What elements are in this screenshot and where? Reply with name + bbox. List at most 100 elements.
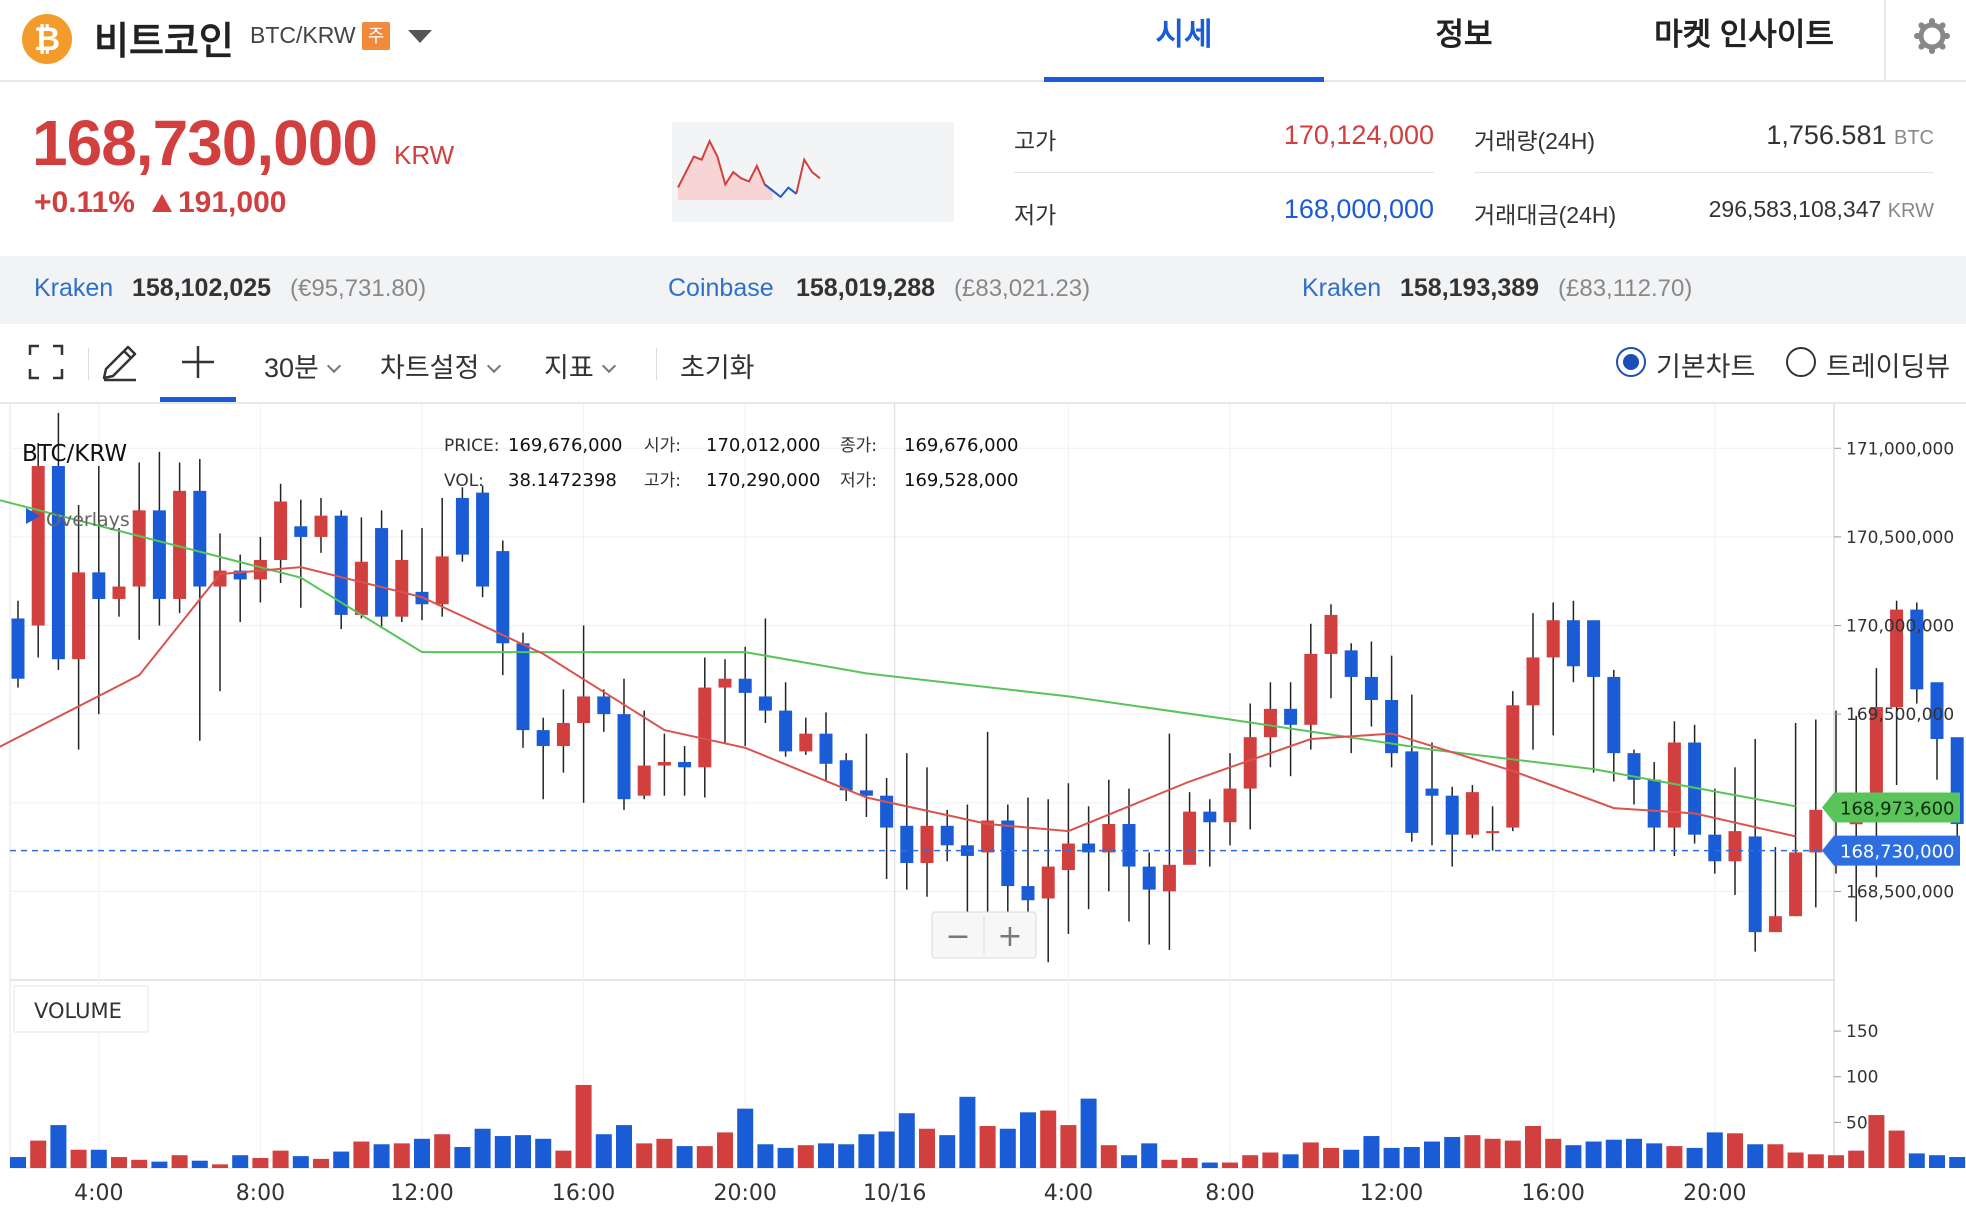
candle-body [375,528,389,617]
settings-button[interactable] [1884,0,1966,82]
price-unit: KRW [394,140,455,170]
volume-bar [393,1143,410,1168]
volume-bar [1868,1115,1885,1168]
ohlc-open-label: 시가: [644,436,681,456]
candle-body [556,723,570,747]
volume-bar [838,1144,855,1168]
toolbar-divider [88,348,89,380]
pencil-icon[interactable] [100,342,140,382]
volume-panel-label: VOLUME [34,999,122,1023]
volume-bar [1807,1154,1824,1168]
coin-pair: BTC/KRW [250,22,356,48]
chart-settings-menu[interactable]: 차트설정 [380,346,502,385]
reset-button[interactable]: 초기화 [680,346,755,385]
volume-bar [1262,1152,1279,1168]
basic-chart-label[interactable]: 기본차트 [1656,345,1755,384]
bitcoin-icon: ₿ [22,14,72,64]
tab-info[interactable]: 정보 [1324,0,1604,82]
price-chart[interactable]: 171,000,000 170,500,000 170,000,000 169,500… [0,404,1966,1232]
candle-body [496,551,510,644]
volume-bar [1040,1110,1057,1168]
overlays-label[interactable]: Overlays [46,509,130,531]
volume-bar [1525,1126,1541,1168]
volume-bar [1727,1133,1743,1168]
exchange-name[interactable]: Kraken [1302,274,1381,303]
zoom-control[interactable]: − + [931,911,1037,959]
candle-body [577,696,591,724]
volume-bar [171,1155,188,1168]
crosshair-icon [182,346,214,378]
interval-select[interactable]: 30분 [264,346,341,385]
candle-body [72,572,86,660]
exchange-price: 158,102,025 [132,274,272,302]
time-tick-label: 10/16 [863,1181,926,1206]
volume-bar [1141,1143,1158,1168]
volume-bar [696,1146,713,1168]
time-tick-label: 8:00 [1205,1181,1254,1206]
volume-bar [333,1151,350,1168]
volume-bar [878,1131,895,1168]
volume-bar [313,1158,329,1168]
fullscreen-icon[interactable] [28,344,64,380]
volume-bar [212,1164,228,1168]
volume-bar [1201,1162,1218,1168]
volume-bar [515,1135,531,1168]
time-tick-label: 12:00 [1360,1181,1423,1206]
tradingview-label[interactable]: 트레이딩뷰 [1826,345,1950,384]
exchange-name[interactable]: Coinbase [668,274,774,303]
ohlc-vol-label: VOL: [444,471,484,491]
time-tick-label: 20:00 [713,1181,776,1206]
basic-chart-radio[interactable] [1616,347,1646,377]
candle-body [1364,676,1378,700]
trade-value-24h-label: 거래대금(24H) [1474,202,1617,228]
volume-bar [1100,1145,1117,1168]
volume-bar [1121,1155,1137,1168]
volume-bar [70,1149,87,1168]
candle-body [1183,811,1197,865]
candle-body [1344,650,1358,677]
volume-bar [555,1150,572,1168]
candle-body [1061,843,1075,871]
exchange-name[interactable]: Kraken [34,274,113,303]
zoom-out-button[interactable]: − [945,919,970,954]
volume-bar [1282,1154,1299,1168]
candle-body [476,492,490,587]
candle-body [1728,831,1742,862]
tradingview-radio[interactable] [1786,347,1816,377]
candle-body [1021,886,1035,901]
candle-body [1122,824,1136,867]
coin-select-dropdown-icon[interactable] [408,30,432,43]
candle-body [1849,822,1863,825]
candle-body [1546,620,1560,658]
volume-bar [1060,1125,1077,1168]
candle-body [1142,866,1156,890]
tab-market-insight[interactable]: 마켓 인사이트 [1604,0,1884,82]
crosshair-tool-button[interactable] [160,324,236,402]
volume-bar [1343,1149,1360,1168]
chevron-down-icon [601,358,616,374]
zoom-in-button[interactable]: + [997,919,1022,954]
candle-body [1607,676,1621,754]
volume-bar [474,1128,491,1168]
volume-bar [1646,1143,1663,1168]
high-value: 170,124,000 [1283,120,1434,150]
low-label: 저가 [1014,202,1057,228]
candle-body [1566,620,1580,667]
volume-24h: 1,756.581 BTC [1640,120,1934,151]
price-tick-label: 170,000,000 [1846,617,1954,637]
candlestick-chart-svg[interactable]: 171,000,000 170,500,000 170,000,000 169,500… [0,404,1966,1232]
candle-body [900,825,914,864]
volume-bar [1181,1157,1198,1168]
volume-bar [1848,1150,1865,1168]
volume-bar [535,1138,552,1168]
volume-bar [131,1159,148,1168]
volume-bar [1626,1138,1642,1168]
ohlc-low-label: 저가: [840,471,877,491]
indicators-menu[interactable]: 지표 [544,346,616,385]
indicators-label: 지표 [544,353,594,383]
candle-body [92,572,106,599]
tab-price[interactable]: 시세 [1044,0,1324,82]
volume-bar [252,1157,269,1168]
candle-body [132,510,146,587]
candle-body [1506,705,1520,828]
